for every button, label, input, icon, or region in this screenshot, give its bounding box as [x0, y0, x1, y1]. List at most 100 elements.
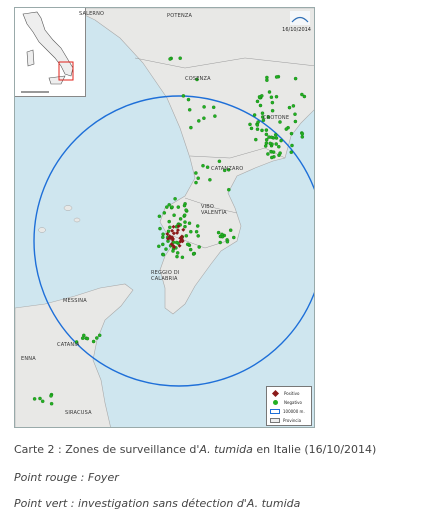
negative-site-marker — [194, 171, 198, 175]
caption-title-species: A. tumida — [199, 443, 253, 456]
caption-title-prefix: Carte 2 : Zones de surveillance d' — [14, 443, 200, 456]
negative-site-marker — [255, 99, 260, 104]
negative-site-marker — [189, 229, 193, 234]
negative-site-marker — [175, 251, 180, 255]
negative-site-marker — [178, 217, 183, 221]
negative-site-marker — [218, 240, 222, 245]
negative-site-marker — [270, 108, 275, 113]
city-label-salerno: SALERNO — [79, 11, 105, 17]
negative-site-marker — [263, 144, 268, 148]
negative-site-marker — [182, 203, 187, 208]
legend-row-zone: 100000 m. — [270, 409, 305, 414]
negative-site-marker — [279, 138, 283, 143]
city-label-cosenza: COSENZA — [185, 76, 211, 82]
negative-site-marker — [180, 255, 185, 260]
negative-site-marker — [167, 219, 171, 224]
negative-site-marker — [228, 228, 233, 232]
negative-site-marker — [277, 144, 281, 149]
negative-site-marker — [187, 108, 192, 112]
caption-green-prefix: Point vert : investigation sans détectio… — [14, 497, 247, 510]
negative-site-marker — [164, 247, 168, 251]
negative-site-marker — [274, 136, 279, 140]
legend-positive-label: Positivo — [284, 391, 300, 396]
negative-site-marker — [182, 213, 187, 217]
negative-site-marker — [291, 104, 296, 108]
negative-site-marker — [82, 333, 86, 338]
negative-site-marker — [217, 159, 222, 164]
negative-site-marker — [187, 221, 192, 225]
city-label-crotone: CROTONE — [263, 115, 290, 121]
negative-site-marker — [300, 132, 305, 136]
negative-site-marker — [38, 396, 42, 401]
city-label-catania: CATANIA — [57, 342, 80, 348]
negative-site-marker — [260, 128, 264, 133]
map-legend: Positivo Negativo 100000 m. Provincia — [266, 386, 312, 426]
italy-outline — [22, 11, 74, 77]
inset-map-italy — [15, 8, 86, 97]
negative-site-marker — [162, 211, 167, 215]
negative-site-marker — [300, 92, 304, 97]
negative-site-marker — [91, 339, 96, 344]
negative-site-marker — [186, 97, 191, 102]
caption-title-suffix: en Italie (16/10/2014) — [252, 443, 377, 456]
positive-marker-icon — [271, 389, 280, 398]
negative-site-marker — [185, 242, 190, 247]
negative-site-marker — [157, 214, 162, 219]
negative-site-marker — [257, 95, 262, 99]
inset-canvas — [21, 11, 74, 93]
negative-site-marker — [195, 224, 200, 228]
negative-site-marker — [196, 176, 200, 180]
negative-site-marker — [168, 225, 172, 230]
negative-site-marker — [270, 155, 274, 160]
negative-site-marker — [170, 205, 174, 209]
negative-site-marker — [194, 180, 198, 185]
negative-site-marker — [189, 125, 193, 130]
negative-site-marker — [270, 100, 275, 105]
izs-logo — [290, 11, 310, 25]
caption-red-dot: Point rouge : Foyer — [14, 471, 119, 484]
negative-site-marker — [269, 135, 274, 140]
negative-site-marker — [264, 141, 269, 145]
negative-site-marker — [196, 234, 200, 238]
negative-site-marker — [225, 240, 230, 244]
negative-site-marker — [184, 234, 189, 238]
negative-site-marker — [173, 197, 177, 201]
legend-province-label: Provincia — [283, 418, 302, 423]
logo-graphic — [290, 11, 310, 25]
negative-site-marker — [248, 122, 252, 127]
negative-site-marker — [264, 128, 269, 132]
negative-site-marker — [254, 137, 258, 142]
island — [63, 205, 73, 211]
island — [38, 227, 46, 233]
calabria-landmass — [69, 8, 314, 315]
negative-site-marker — [168, 57, 172, 61]
negative-site-marker — [220, 232, 224, 237]
negative-site-marker — [268, 141, 272, 146]
negative-site-marker — [178, 56, 182, 60]
negative-site-marker — [266, 152, 270, 156]
city-label-reggio-di-calabria: REGGIO DI CALABRIA — [151, 270, 180, 282]
negative-site-marker — [183, 220, 187, 224]
negative-site-marker — [191, 251, 196, 256]
negative-site-marker — [293, 76, 298, 81]
negative-site-marker — [269, 95, 274, 99]
island — [73, 217, 81, 223]
negative-site-marker — [278, 151, 282, 155]
negative-site-marker — [85, 336, 90, 341]
negative-site-marker — [157, 244, 161, 249]
negative-site-marker — [274, 94, 279, 99]
negative-site-marker — [258, 103, 263, 108]
negative-site-marker — [274, 142, 278, 146]
negative-site-marker — [269, 149, 273, 154]
legend-row-positive: Positivo — [270, 389, 300, 398]
negative-site-marker — [197, 245, 201, 249]
zone-swatch-icon — [270, 409, 280, 414]
negative-site-marker — [255, 127, 260, 131]
negative-site-marker — [202, 105, 206, 109]
negative-site-marker — [287, 105, 292, 110]
negative-site-marker — [95, 336, 99, 340]
negative-site-marker — [267, 90, 272, 94]
sardinia-outline — [26, 49, 35, 67]
province-swatch-icon — [270, 418, 280, 423]
negative-site-marker — [284, 127, 289, 131]
